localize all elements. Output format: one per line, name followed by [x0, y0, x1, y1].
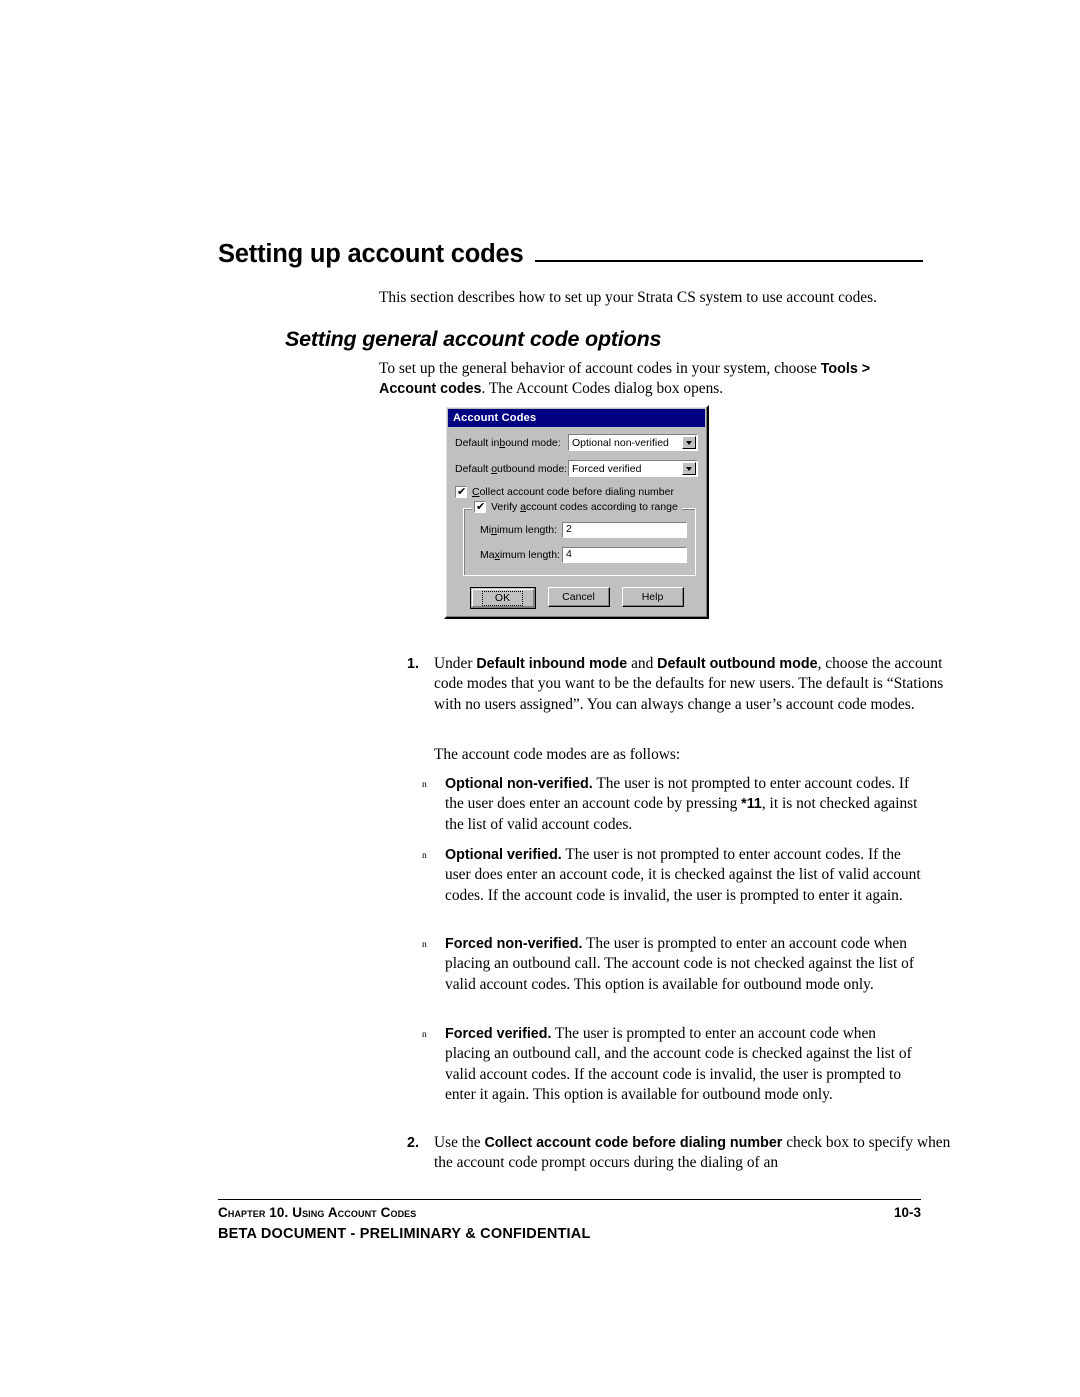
bullet-text: Forced non-verified. The user is prompte… — [445, 935, 914, 993]
chevron-down-icon[interactable] — [682, 462, 696, 475]
bullet-text: Optional non-verified. The user is not p… — [445, 775, 918, 833]
default-outbound-mode-value: Forced verified — [572, 462, 642, 475]
dialog-button-row: OK Cancel Help — [455, 587, 698, 609]
maximum-length-row: Maximum length: 4 — [472, 547, 687, 563]
document-page: Setting up account codes This section de… — [0, 0, 1080, 1397]
checkbox-icon[interactable]: ✔ — [474, 501, 486, 513]
footer-page-number: 10-3 — [893, 1205, 921, 1220]
bullet-marker: n — [422, 940, 427, 950]
label-text-post: ound mode: — [505, 436, 561, 449]
label-text-pre: Verify — [491, 501, 521, 513]
list-item: n Forced non-verified. The user is promp… — [419, 934, 923, 995]
instruction-paragraph: To set up the general behavior of accoun… — [379, 359, 923, 400]
subsection-heading: Setting general account code options — [285, 327, 662, 351]
list-item: 1. Under Default inbound mode and Defaul… — [407, 654, 951, 715]
dialog-title-bar: Account Codes — [448, 409, 705, 427]
default-inbound-mode-value: Optional non-verified — [572, 436, 669, 449]
list-item: 2. Use the Collect account code before d… — [407, 1133, 951, 1174]
instruction-text-pre: To set up the general behavior of accoun… — [379, 360, 821, 377]
checkmark-icon: ✔ — [457, 485, 467, 498]
cancel-button-label: Cancel — [562, 591, 595, 603]
bullet-text: Forced verified. The user is prompted to… — [445, 1025, 912, 1103]
step-text: Use the Collect account code before dial… — [434, 1134, 951, 1172]
footer-notice: BETA DOCUMENT - PRELIMINARY & CONFIDENTI… — [218, 1226, 591, 1242]
chevron-down-icon[interactable] — [682, 436, 696, 449]
accelerator-char: C — [472, 486, 480, 498]
maximum-length-input[interactable]: 4 — [562, 547, 687, 563]
minimum-length-input[interactable]: 2 — [562, 522, 687, 538]
footer-rule — [218, 1199, 921, 1200]
instruction-text-post: . The Account Codes dialog box opens. — [481, 380, 724, 398]
minimum-length-label: Minimum length: — [472, 524, 562, 536]
footer-chapter: Chapter 10. Using Account Codes — [218, 1205, 417, 1220]
verify-range-group: ✔ Verify account codes according to rang… — [463, 501, 696, 576]
section-heading: Setting up account codes — [218, 241, 923, 268]
label-text-post: ollect account code before dialing numbe… — [479, 486, 674, 498]
verify-range-label: Verify account codes according to range — [491, 501, 678, 513]
label-text-post: imum length: — [496, 524, 558, 536]
cancel-button[interactable]: Cancel — [547, 587, 610, 607]
default-inbound-mode-dropdown[interactable]: Optional non-verified — [568, 434, 698, 451]
label-text-pre: Ma — [480, 549, 495, 561]
heading-rule — [535, 259, 923, 262]
collect-account-code-label: Collect account code before dialing numb… — [472, 486, 674, 498]
verify-range-legend[interactable]: ✔ Verify account codes according to rang… — [472, 501, 682, 513]
label-text-pre: Mi — [480, 524, 492, 536]
label-text-pre: Default — [455, 462, 492, 475]
bullet-marker: n — [422, 851, 427, 861]
footer: Chapter 10. Using Account Codes 10-3 — [218, 1205, 921, 1220]
label-text-post: imum length: — [499, 549, 560, 561]
checkbox-icon[interactable]: ✔ — [455, 486, 467, 498]
list-item: n Forced verified. The user is prompted … — [419, 1024, 923, 1105]
bullet-text: Optional verified. The user is not promp… — [445, 846, 921, 904]
account-codes-dialog: Account Codes Default inbound mode: Opti… — [444, 405, 709, 619]
default-outbound-mode-dropdown[interactable]: Forced verified — [568, 460, 698, 477]
step-number: 1. — [407, 656, 419, 672]
minimum-length-row: Minimum length: 2 — [472, 522, 687, 538]
label-text-post: ccount codes according to range — [526, 501, 678, 513]
help-button[interactable]: Help — [621, 587, 684, 607]
help-button-label: Help — [641, 591, 664, 603]
step-text: Under Default inbound mode and Default o… — [434, 655, 944, 713]
ok-button[interactable]: OK — [469, 587, 536, 609]
maximum-length-label: Maximum length: — [472, 549, 562, 561]
list-item: n Optional verified. The user is not pro… — [419, 845, 923, 906]
step-number: 2. — [407, 1135, 419, 1151]
dialog-body: Default inbound mode: Optional non-verif… — [446, 427, 707, 617]
page-title: Setting up account codes — [218, 240, 524, 268]
collect-account-code-checkbox-row[interactable]: ✔ Collect account code before dialing nu… — [455, 486, 698, 498]
ok-button-label: OK — [481, 590, 524, 606]
bullet-marker: n — [422, 780, 427, 790]
default-inbound-mode-label: Default inbound mode: — [455, 437, 568, 449]
checkmark-icon: ✔ — [476, 500, 486, 513]
list-item: n Optional non-verified. The user is not… — [419, 774, 923, 835]
modes-lead-text: The account code modes are as follows: — [434, 746, 681, 763]
default-outbound-mode-label: Default outbound mode: — [455, 463, 568, 475]
intro-paragraph: This section describes how to set up you… — [379, 289, 877, 306]
bullet-marker: n — [422, 1030, 427, 1040]
default-outbound-mode-row: Default outbound mode: Forced verified — [455, 460, 698, 477]
label-text-pre: Default in — [455, 436, 500, 449]
label-text-post: utbound mode: — [497, 462, 568, 475]
default-inbound-mode-row: Default inbound mode: Optional non-verif… — [455, 434, 698, 451]
